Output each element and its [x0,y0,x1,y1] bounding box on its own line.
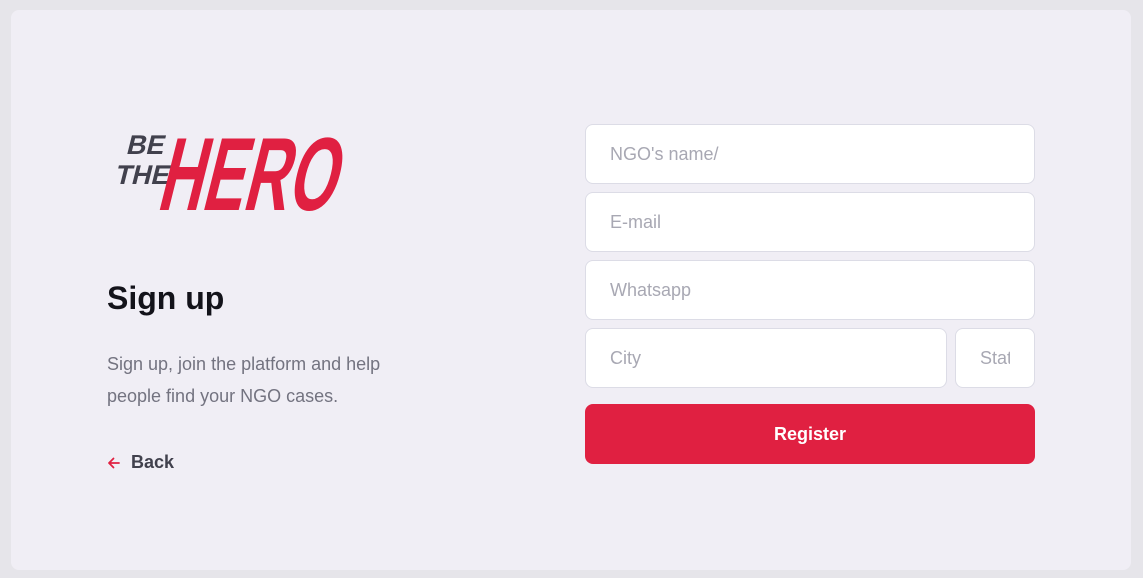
page-description: Sign up, join the platform and help peop… [107,354,381,406]
register-button[interactable]: Register [585,404,1035,464]
logo-hero-text: HERO [150,116,356,216]
logo-be-text: BE [124,129,169,160]
register-form: Register [585,124,1035,464]
arrow-left-icon [107,456,121,470]
intro-section: BE THE HERO Sign up Sign up, join the pl… [107,10,507,570]
email-input[interactable] [585,192,1035,252]
whatsapp-input[interactable] [585,260,1035,320]
city-input[interactable] [585,328,947,388]
back-label: Back [131,452,175,472]
page-title: Sign up [107,280,225,316]
register-card: BE THE HERO Sign up Sign up, join the pl… [11,10,1131,570]
location-row [585,328,1035,396]
back-link[interactable]: Back [107,452,174,473]
state-input[interactable] [955,328,1035,388]
ngo-name-input[interactable] [585,124,1035,184]
be-the-hero-logo: BE THE HERO [104,104,357,232]
